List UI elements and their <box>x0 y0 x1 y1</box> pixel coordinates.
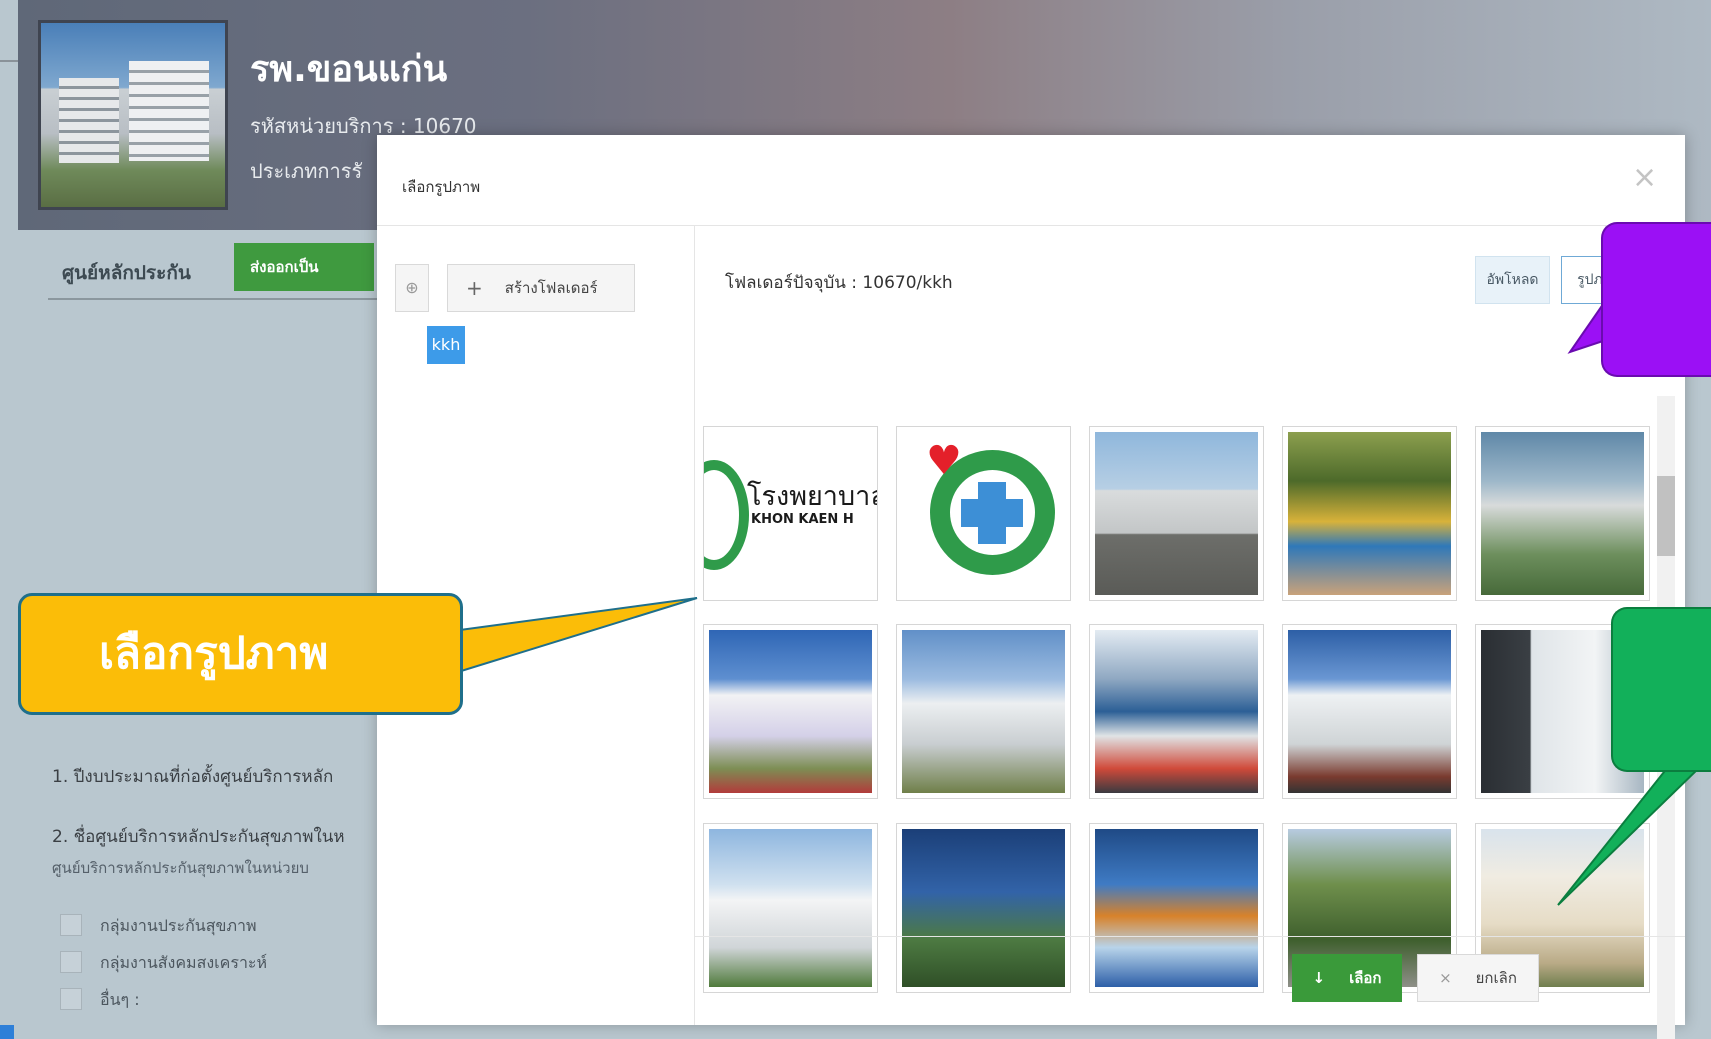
checkbox[interactable] <box>60 914 82 936</box>
upload-button[interactable]: อัพโหลด <box>1475 256 1550 304</box>
option-health-insurance[interactable]: กลุ่มงานประกันสุขภาพ <box>60 912 360 940</box>
image-thumb[interactable] <box>1089 426 1264 601</box>
callout-green <box>1611 607 1711 772</box>
modal-title: เลือกรูปภาพ <box>402 178 481 196</box>
image-thumb[interactable]: โรงพยาบาล KHON KAEN H <box>703 426 878 601</box>
close-icon: × <box>1439 969 1452 987</box>
current-folder-path: โฟลเดอร์ปัจจุบัน : 10670/kkh <box>725 273 953 293</box>
download-icon: ↓ <box>1312 969 1326 987</box>
photo <box>1481 432 1644 595</box>
image-thumb[interactable] <box>703 823 878 993</box>
photo <box>1288 432 1451 595</box>
folder-item-kkh[interactable]: kkh <box>427 326 465 364</box>
photo <box>1095 829 1258 987</box>
folder-up-button[interactable]: ⊕ <box>395 264 429 312</box>
image-thumb[interactable] <box>896 624 1071 799</box>
export-label: ส่งออกเป็น <box>250 258 319 276</box>
question-1: 1. ปีงบประมาณที่ก่อตั้งศูนย์บริการหลัก <box>52 767 334 787</box>
photo <box>902 829 1065 987</box>
select-label: เลือก <box>1349 969 1382 987</box>
image-thumb[interactable] <box>703 624 878 799</box>
photo <box>1095 432 1258 595</box>
photo <box>902 630 1065 793</box>
image-picker-modal: เลือกรูปภาพ × ⊕ + สร้างโฟลเดอร์ kkh โฟลเ… <box>377 135 1685 1039</box>
option-label: อื่นๆ : <box>100 990 140 1009</box>
hospital-photo <box>38 20 228 210</box>
checkbox[interactable] <box>60 988 82 1010</box>
accent-bar <box>0 1025 14 1039</box>
image-grid: โรงพยาบาล KHON KAEN H ♥ <box>703 426 1663 993</box>
cancel-label: ยกเลิก <box>1475 969 1517 987</box>
new-folder-label: สร้างโฟลเดอร์ <box>504 279 598 297</box>
option-social-welfare[interactable]: กลุ่มงานสังคมสงเคราะห์ <box>60 949 360 977</box>
photo <box>1288 630 1451 793</box>
image-thumb[interactable]: ♥ <box>896 426 1071 601</box>
plus-icon: + <box>466 276 483 300</box>
image-thumb[interactable] <box>1282 426 1457 601</box>
image-thumb[interactable] <box>1475 426 1650 601</box>
callout-purple <box>1601 222 1711 377</box>
callout-select-image: เลือกรูปภาพ <box>18 593 463 715</box>
option-other[interactable]: อื่นๆ : <box>60 986 360 1014</box>
tab-insurance-center[interactable]: ศูนย์หลักประกัน <box>62 258 191 288</box>
cancel-button[interactable]: × ยกเลิก <box>1417 954 1539 1002</box>
new-folder-button[interactable]: + สร้างโฟลเดอร์ <box>447 264 635 312</box>
image-thumb[interactable] <box>1282 624 1457 799</box>
image-thumb[interactable] <box>896 823 1071 993</box>
tab-underline <box>48 298 378 300</box>
option-label: กลุ่มงานสังคมสงเคราะห์ <box>100 953 268 972</box>
hospital-seal-image: ♥ <box>902 432 1065 595</box>
question-2: 2. ชื่อศูนย์บริการหลักประกันสุขภาพในห <box>52 827 345 847</box>
option-label: กลุ่มงานประกันสุขภาพ <box>100 916 257 935</box>
image-thumb[interactable] <box>1089 823 1264 993</box>
image-thumb[interactable] <box>1089 624 1264 799</box>
photo <box>1095 630 1258 793</box>
photo <box>709 630 872 793</box>
logo-text-en: KHON KAEN H <box>751 512 854 527</box>
image-pane: โฟลเดอร์ปัจจุบัน : 10670/kkh อัพโหลด รูป… <box>695 226 1685 1039</box>
hospital-type: ประเภทการรั <box>250 159 363 183</box>
select-button[interactable]: ↓ เลือก <box>1292 954 1402 1002</box>
divider <box>0 60 18 62</box>
question-2-sub: ศูนย์บริการหลักประกันสุขภาพในหน่วยบ <box>52 859 309 877</box>
scroll-thumb[interactable] <box>1657 476 1675 556</box>
export-button[interactable]: ส่งออกเป็น <box>234 243 374 291</box>
folder-icon: ⊕ <box>405 278 419 297</box>
photo <box>709 829 872 987</box>
checkbox[interactable] <box>60 951 82 973</box>
hospital-logo-image: โรงพยาบาล KHON KAEN H <box>704 432 877 595</box>
hospital-name: รพ.ขอนแก่น <box>250 49 448 90</box>
close-icon[interactable]: × <box>1632 163 1657 193</box>
logo-text-thai: โรงพยาบาล <box>747 481 878 512</box>
divider <box>695 936 1685 937</box>
